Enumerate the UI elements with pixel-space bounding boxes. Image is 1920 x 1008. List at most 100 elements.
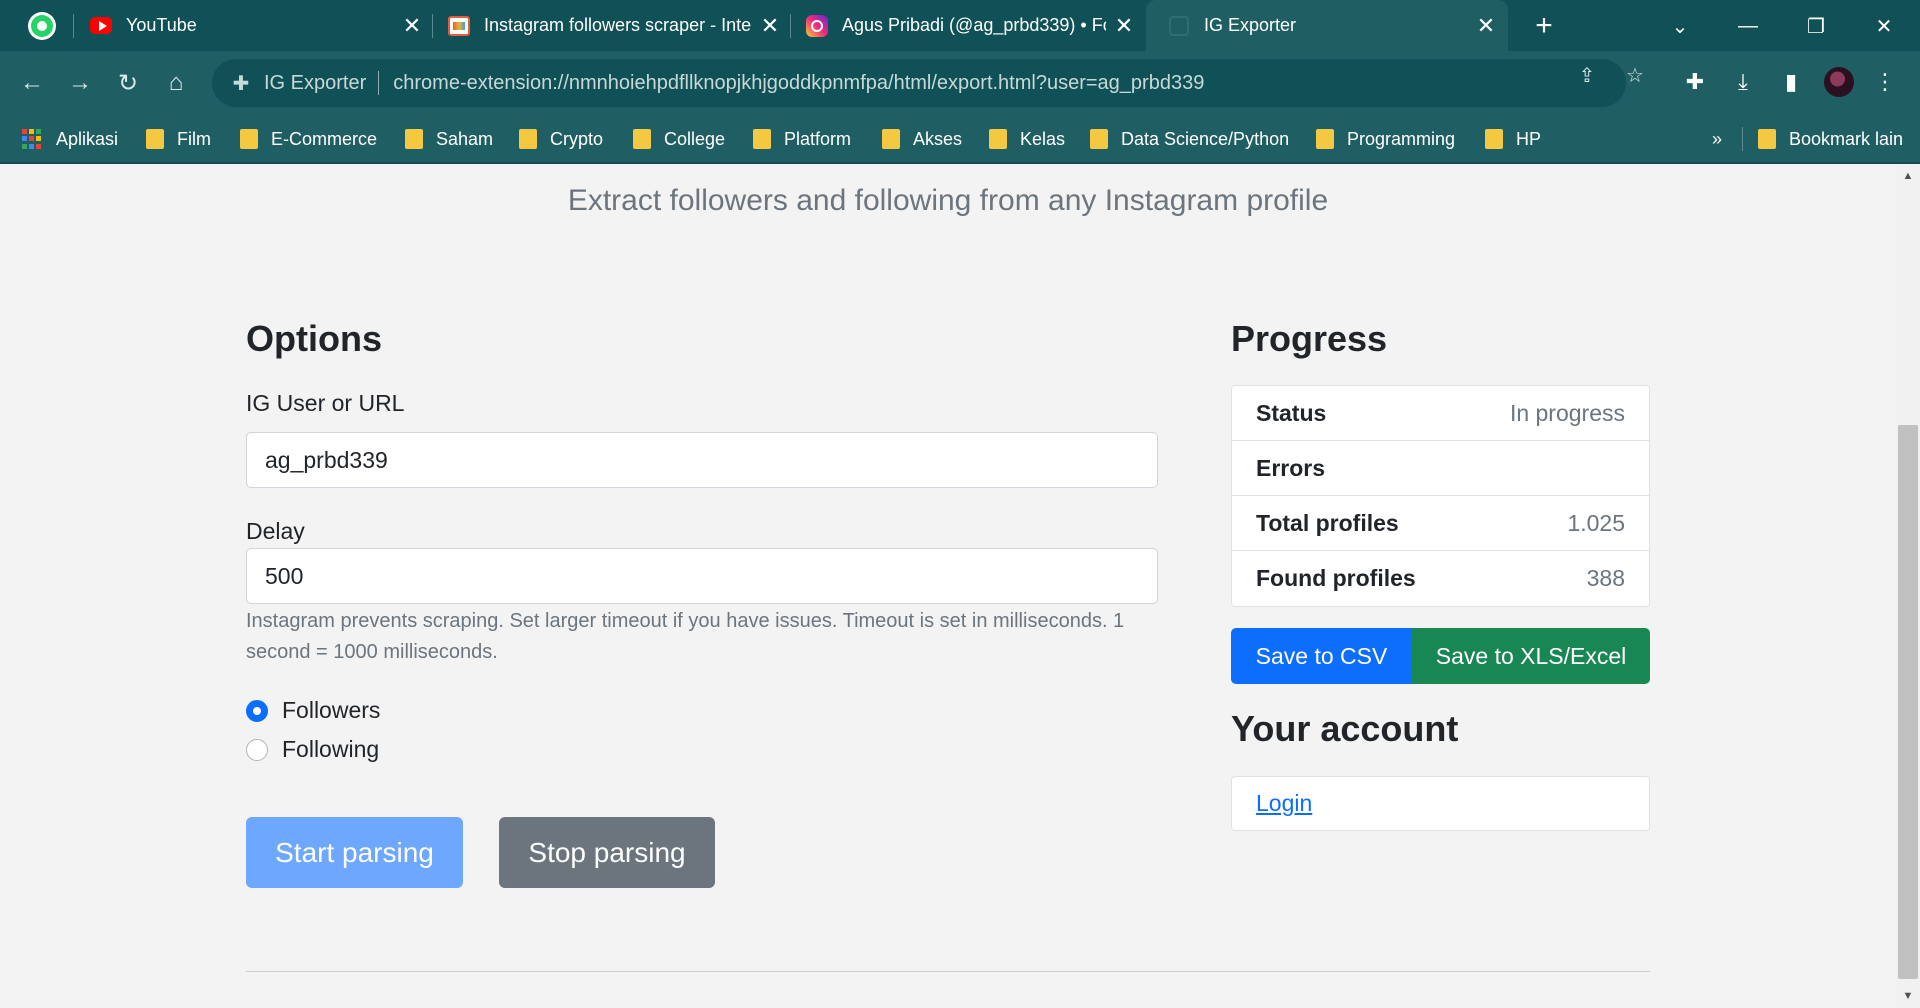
stop-parsing-button[interactable]: Stop parsing [499,817,715,888]
url-text[interactable]: chrome-extension://nmnhoiehpdfllknopjkhj… [393,72,1204,95]
bookmark-apps[interactable]: Aplikasi [22,125,118,153]
tab-whatsapp[interactable] [14,0,70,51]
folder-icon [1090,129,1108,149]
bookmark-label: Data Science/Python [1121,128,1290,149]
close-tab-icon[interactable]: ✕ [758,13,782,38]
tab-title: YouTube [126,15,197,35]
instagram-icon [806,14,828,37]
row-value: 388 [1586,565,1625,591]
delay-help-text: Instagram prevents scraping. Set larger … [246,610,1125,663]
extension-icon [1168,15,1190,37]
start-parsing-button[interactable]: Start parsing [246,817,463,888]
progress-table: Status In progress Errors Total profiles… [1231,385,1650,607]
download-icon[interactable]: ⤓ [1726,65,1760,99]
delay-input[interactable]: 500 [246,548,1158,604]
scroll-up-icon[interactable]: ▲ [1898,167,1918,185]
bookmark-folder[interactable]: E-Commerce [240,125,377,153]
save-csv-button[interactable]: Save to CSV [1231,628,1412,684]
overflow-chevron-icon: » [1712,128,1723,149]
bookmark-folder[interactable]: HP [1485,125,1541,153]
bookmark-label: Akses [913,128,963,149]
share-icon[interactable]: ⇪ [1574,63,1600,87]
tab-kasten[interactable]: Instagram followers scraper - Inte ✕ [448,0,782,51]
tab-strip: YouTube ✕ Instagram followers scraper - … [0,0,1920,51]
home-icon[interactable]: ⌂ [158,65,194,101]
bookmark-folder[interactable]: Crypto [519,125,603,153]
reload-icon[interactable]: ↻ [110,65,146,101]
kasten-icon [448,15,470,37]
bookmarks-bar: Aplikasi Film E-Commerce Saham Crypto Co… [0,114,1920,164]
tab-separator [73,14,74,38]
row-key: Status [1256,399,1327,426]
tab-ig-exporter[interactable]: IG Exporter ✕ [1146,0,1508,51]
bookmark-folder[interactable]: Saham [405,125,493,153]
forward-icon[interactable]: → [62,65,98,101]
folder-icon [405,129,423,149]
tab-title: IG Exporter [1204,15,1297,35]
tab-separator [432,14,433,38]
bookmark-other[interactable]: Bookmark lain [1758,125,1903,153]
new-tab-button[interactable]: + [1528,9,1560,42]
bookmark-folder[interactable]: Data Science/Python [1090,125,1289,153]
folder-icon [1316,129,1334,149]
bookmark-folder[interactable]: Film [146,125,211,153]
row-key: Total profiles [1256,509,1399,536]
bookmarks-overflow-button[interactable]: » [1712,125,1722,153]
radio-following[interactable]: Following [246,736,379,763]
scroll-down-icon[interactable]: ▼ [1898,987,1918,1005]
bookmark-label: Aplikasi [56,128,119,149]
menu-kebab-icon[interactable]: ⋮ [1868,65,1902,99]
bookmark-label: Saham [436,128,494,149]
bookmark-folder[interactable]: College [633,125,725,153]
bookmark-folder[interactable]: Programming [1316,125,1455,153]
youtube-icon [90,15,112,37]
avatar[interactable] [1824,67,1854,97]
bookmark-folder[interactable]: Platform [753,125,851,153]
close-tab-icon[interactable]: ✕ [400,13,424,38]
folder-icon [240,129,258,149]
bookmark-folder[interactable]: Kelas [989,125,1065,153]
row-value: In progress [1509,399,1625,426]
close-tab-icon[interactable]: ✕ [1112,13,1136,38]
extension-puzzle-icon: ✚ [232,72,250,95]
options-heading: Options [246,318,382,359]
tab-instagram-profile[interactable]: Agus Pribadi (@ag_prbd339) • Fo ✕ [806,0,1136,51]
minimize-button[interactable]: — [1728,10,1768,42]
site-label: IG Exporter [264,71,367,94]
close-window-button[interactable]: ✕ [1864,10,1904,42]
row-value: 1.025 [1567,509,1625,536]
radio-followers[interactable]: Followers [246,697,380,724]
tab-separator [790,14,791,38]
folder-icon [633,129,651,149]
save-xls-button[interactable]: Save to XLS/Excel [1412,628,1650,684]
whatsapp-icon [28,11,56,40]
folder-icon [1758,129,1776,149]
scrollbar-thumb[interactable] [1898,425,1918,979]
bookmark-label: Bookmark lain [1789,128,1904,149]
bookmark-label: Kelas [1020,128,1066,149]
delay-label: Delay [246,518,305,544]
side-panel-icon[interactable]: ▮ [1774,65,1808,99]
address-bar[interactable]: ✚ IG Exporter chrome-extension://nmnhoie… [212,59,1626,107]
folder-icon [753,129,771,149]
bookmark-label: College [664,128,726,149]
back-icon[interactable]: ← [14,65,50,101]
bookmark-label: Crypto [550,128,604,149]
ig-user-input[interactable]: ag_prbd339 [246,432,1158,488]
restore-button[interactable]: ❐ [1796,10,1836,42]
radio-checked-icon[interactable] [246,699,268,722]
address-divider [378,71,380,95]
tab-youtube[interactable]: YouTube ✕ [90,0,424,51]
folder-icon [1485,129,1503,149]
close-tab-icon[interactable]: ✕ [1474,13,1498,38]
folder-icon [989,129,1007,149]
extensions-icon[interactable]: ✚ [1678,65,1712,99]
login-link[interactable]: Login [1256,790,1312,817]
bookmark-star-icon[interactable]: ☆ [1622,63,1648,87]
tab-search-icon[interactable]: ⌄ [1660,10,1700,42]
browser-toolbar: ← → ↻ ⌂ ✚ IG Exporter chrome-extension:/… [0,51,1920,114]
radio-unchecked-icon[interactable] [246,738,268,761]
folder-icon [146,129,164,149]
bookmark-folder[interactable]: Akses [882,125,962,153]
bookmark-label: E-Commerce [271,128,378,149]
